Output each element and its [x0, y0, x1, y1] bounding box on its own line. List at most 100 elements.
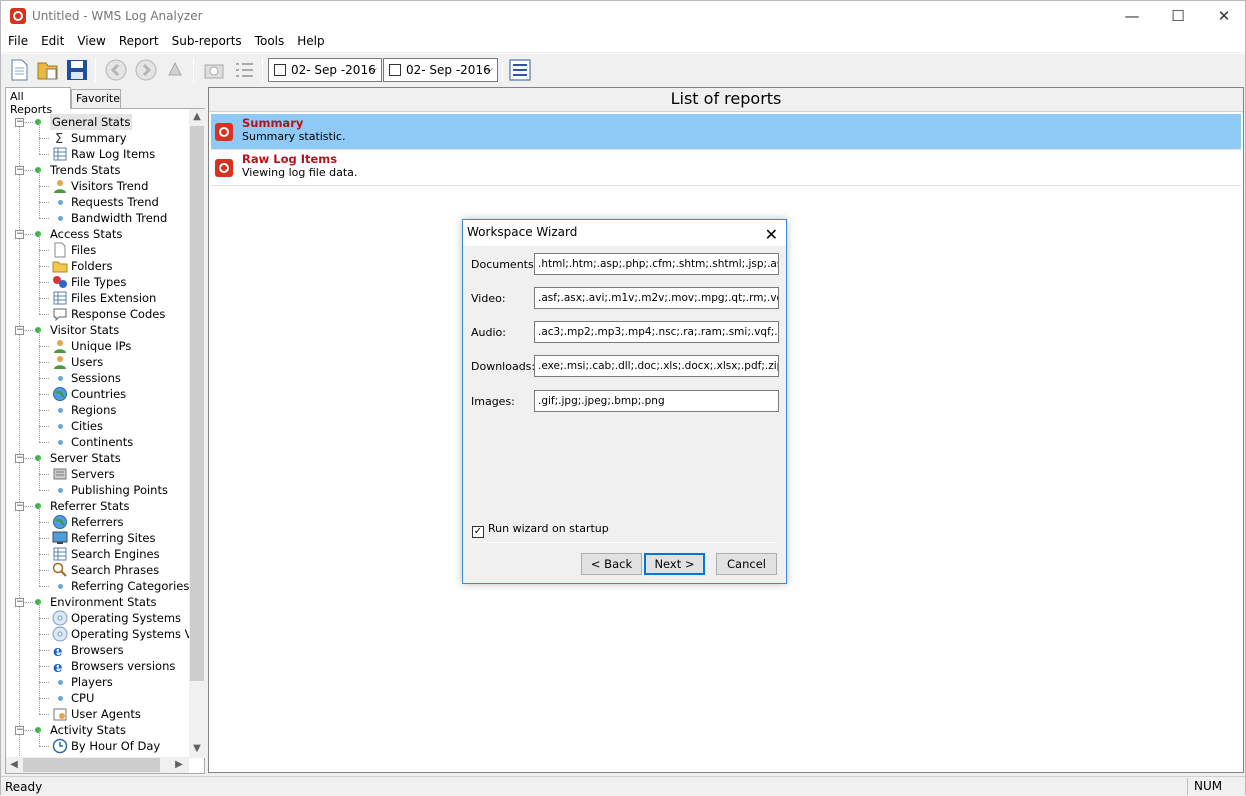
tree-item-access-stats[interactable]: − Access Stats — [6, 226, 189, 242]
tree-item-referring-categories[interactable]: Referring Categories — [6, 570, 189, 594]
collapse-toggle-icon[interactable]: − — [15, 230, 24, 239]
date-from-checkbox[interactable] — [274, 64, 286, 76]
tree-item-raw-log-items[interactable]: Raw Log Items — [6, 138, 189, 162]
tree-item-search-engines[interactable]: Search Engines — [6, 538, 189, 562]
tree-item-files[interactable]: Files — [6, 234, 189, 258]
save-icon[interactable] — [64, 57, 90, 83]
scroll-left-icon[interactable]: ◀ — [6, 757, 22, 773]
tree-item-operating-systems[interactable]: Operating Systems — [6, 602, 189, 626]
checkbox-checked-icon[interactable]: ✓ — [472, 526, 484, 538]
tree-item-referrer-stats[interactable]: − Referrer Stats — [6, 498, 189, 514]
refresh-icon[interactable] — [162, 57, 188, 83]
menu-sub-reports[interactable]: Sub-reports — [165, 32, 248, 48]
collapse-toggle-icon[interactable]: − — [15, 454, 24, 463]
tree-connector — [39, 522, 49, 523]
bullet-dot-icon — [58, 680, 63, 685]
tree-item-cpu[interactable]: CPU — [6, 682, 189, 706]
tree-item-by-hour-of-day[interactable]: By Hour Of Day — [6, 730, 189, 754]
camera-icon[interactable] — [201, 57, 227, 83]
collapse-toggle-icon[interactable]: − — [15, 502, 24, 511]
scroll-right-icon[interactable]: ▶ — [171, 757, 187, 773]
tree-item-sessions[interactable]: Sessions — [6, 362, 189, 386]
menu-help[interactable]: Help — [290, 32, 330, 48]
tree-item-activity-stats[interactable]: − Activity Stats — [6, 722, 189, 738]
report-item-raw-log-items[interactable]: Raw Log Items Viewing log file data. — [211, 150, 1241, 186]
tree-item-label: Files — [71, 243, 97, 257]
tree-item-publishing-points[interactable]: Publishing Points — [6, 474, 189, 498]
tab-favorite[interactable]: Favorite — [71, 89, 121, 108]
date-from-picker[interactable]: 02- Sep -2016 ⌵ — [268, 58, 382, 82]
tree-item-users[interactable]: Users — [6, 346, 189, 370]
maximize-button[interactable]: ☐ — [1155, 1, 1201, 32]
scroll-up-icon[interactable]: ▲ — [189, 109, 205, 125]
chevron-down-icon[interactable]: ⌵ — [369, 59, 377, 81]
run-wizard-checkbox[interactable]: ✓ Run wizard on startup — [472, 522, 609, 538]
collapse-toggle-icon[interactable]: − — [15, 726, 24, 735]
close-icon[interactable]: ✕ — [765, 222, 778, 247]
scroll-thumb[interactable] — [23, 758, 160, 772]
tree-item-servers[interactable]: Servers — [6, 458, 189, 482]
collapse-toggle-icon[interactable]: − — [15, 326, 24, 335]
tree-item-visitors-trend[interactable]: Visitors Trend — [6, 170, 189, 194]
tree-item-regions[interactable]: Regions — [6, 394, 189, 418]
tree-item-referring-sites[interactable]: Referring Sites — [6, 522, 189, 546]
tree-item-server-stats[interactable]: − Server Stats — [6, 450, 189, 466]
tree-item-operating-systems-versio[interactable]: Operating Systems Versio — [6, 618, 189, 642]
tree-item-search-phrases[interactable]: Search Phrases — [6, 554, 189, 578]
cancel-button[interactable]: Cancel — [716, 553, 777, 575]
chevron-down-icon[interactable]: ⌵ — [485, 59, 493, 81]
tree-item-trends-stats[interactable]: − Trends Stats — [6, 162, 189, 178]
tab-all-reports[interactable]: All Reports — [5, 87, 71, 116]
tree-item-visitor-stats[interactable]: − Visitor Stats — [6, 322, 189, 338]
tree-item-files-extension[interactable]: Files Extension — [6, 282, 189, 306]
tree-item-browsers-versions[interactable]: e Browsers versions — [6, 650, 189, 676]
documents-field[interactable]: .html;.htm;.asp;.php;.cfm;.shtm;.shtml;.… — [534, 253, 779, 275]
tree-item-environment-stats[interactable]: − Environment Stats — [6, 594, 189, 610]
menu-report[interactable]: Report — [112, 32, 165, 48]
collapse-toggle-icon[interactable]: − — [15, 598, 24, 607]
tree-item-bandwidth-trend[interactable]: Bandwidth Trend — [6, 202, 189, 226]
tree-item-folders[interactable]: Folders — [6, 250, 189, 274]
tree-item-file-types[interactable]: File Types — [6, 266, 189, 290]
menu-edit[interactable]: Edit — [34, 32, 70, 48]
date-to-checkbox[interactable] — [389, 64, 401, 76]
tree-item-continents[interactable]: Continents — [6, 426, 189, 450]
report-options-icon[interactable] — [507, 57, 533, 83]
open-folder-icon[interactable] — [34, 57, 60, 83]
scroll-down-icon[interactable]: ▼ — [189, 741, 205, 757]
tree-item-unique-ips[interactable]: Unique IPs — [6, 330, 189, 354]
close-window-button[interactable]: ✕ — [1201, 1, 1246, 32]
menu-file[interactable]: File — [1, 32, 34, 48]
tree-item-players[interactable]: Players — [6, 666, 189, 690]
next-button[interactable]: Next > — [644, 553, 705, 575]
back-arrow-icon[interactable] — [103, 57, 129, 83]
new-document-icon[interactable] — [6, 57, 32, 83]
minimize-button[interactable]: — — [1109, 1, 1155, 32]
collapse-toggle-icon[interactable]: − — [15, 118, 24, 127]
audio-field[interactable]: .ac3;.mp2;.mp3;.mp4;.nsc;.ra;.ram;.smi;.… — [534, 321, 779, 343]
downloads-field[interactable]: .exe;.msi;.cab;.dll;.doc;.xls;.docx;.xls… — [534, 355, 779, 377]
tree-item-countries[interactable]: Countries — [6, 378, 189, 402]
forward-arrow-icon[interactable] — [133, 57, 159, 83]
video-field[interactable]: .asf;.asx;.avi;.m1v;.m2v;.mov;.mpg;.qt;.… — [534, 287, 779, 309]
report-item-summary[interactable]: Summary Summary statistic. — [211, 114, 1241, 150]
tree-item-label: Browsers versions — [71, 659, 176, 673]
tree-item-cities[interactable]: Cities — [6, 410, 189, 434]
collapse-toggle-icon[interactable]: − — [15, 166, 24, 175]
tree-item-general-stats[interactable]: − General Stats — [6, 114, 189, 130]
date-to-picker[interactable]: 02- Sep -2016 ⌵ — [383, 58, 498, 82]
menu-view[interactable]: View — [70, 32, 111, 48]
tree-item-requests-trend[interactable]: Requests Trend — [6, 186, 189, 210]
list-view-icon[interactable] — [231, 57, 257, 83]
menu-tools[interactable]: Tools — [248, 32, 291, 48]
scroll-thumb[interactable] — [190, 126, 204, 681]
tree-item-browsers[interactable]: e Browsers — [6, 634, 189, 660]
tree-item-response-codes[interactable]: Response Codes — [6, 298, 189, 322]
tree-vertical-scrollbar[interactable]: ▲ ▼ — [189, 109, 205, 758]
tree-horizontal-scrollbar[interactable]: ◀ ▶ — [6, 757, 189, 773]
tree-item-referrers[interactable]: Referrers — [6, 506, 189, 530]
back-button[interactable]: < Back — [581, 553, 642, 575]
images-field[interactable]: .gif;.jpg;.jpeg;.bmp;.png — [534, 390, 779, 412]
tree-item-user-agents[interactable]: User Agents — [6, 698, 189, 722]
tree-item-summary[interactable]: Σ Summary — [6, 122, 189, 147]
